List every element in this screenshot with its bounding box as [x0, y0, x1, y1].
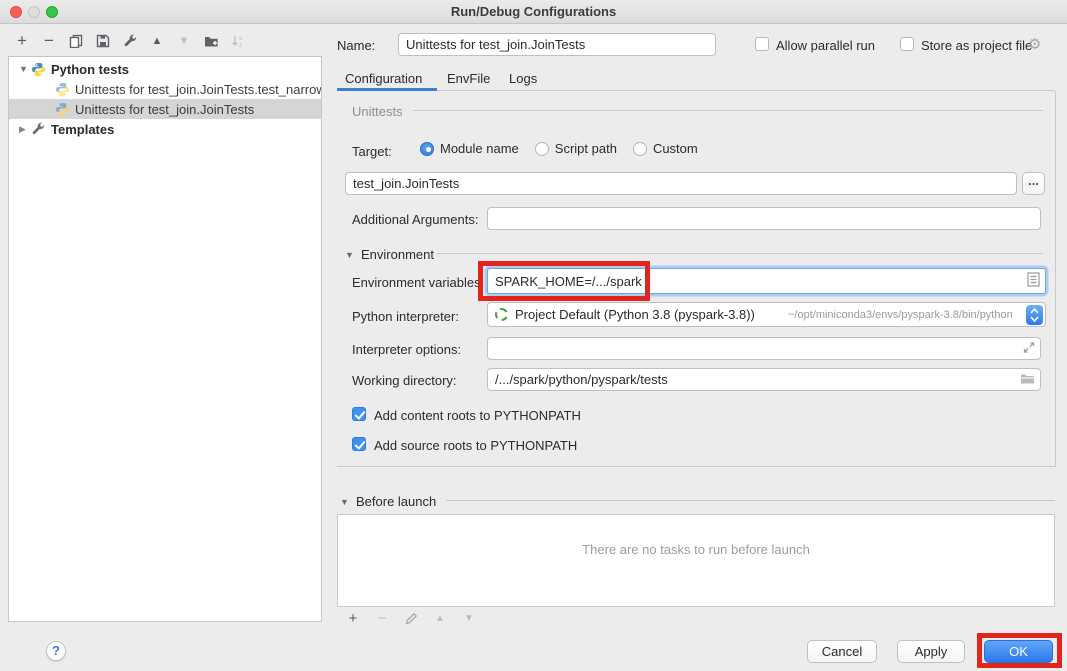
before-launch-section-line [446, 500, 1055, 501]
before-launch-task-list[interactable] [337, 514, 1055, 607]
configurations-tree: ▼ Python tests Unittests for test_join.J… [8, 56, 322, 622]
interpreter-options-label: Interpreter options: [352, 342, 461, 357]
add-task-button[interactable]: + [345, 610, 361, 626]
templates-wrench-icon [31, 122, 46, 137]
apply-button[interactable]: Apply [897, 640, 965, 663]
move-down-icon: ▼ [176, 33, 192, 49]
remove-configuration-button[interactable]: − [41, 33, 57, 49]
tree-item-unittest-narrow[interactable]: Unittests for test_join.JoinTests.test_n… [9, 79, 321, 99]
task-move-up-icon: ▲ [432, 610, 448, 626]
tree-item-unittest-jointests-selected[interactable]: Unittests for test_join.JoinTests [9, 99, 321, 119]
add-source-roots-checkbox[interactable] [352, 437, 366, 451]
interpreter-dropdown-spinner[interactable] [1026, 305, 1043, 325]
store-as-project-file-checkbox[interactable] [900, 37, 914, 51]
run-debug-configurations-dialog: Run/Debug Configurations + − ▲ ▼ az ▼ Py [0, 0, 1067, 671]
tree-item-python-tests[interactable]: ▼ Python tests [9, 59, 321, 79]
interpreter-path: ~/opt/miniconda3/envs/pyspark-3.8/bin/py… [788, 309, 1013, 321]
expand-editor-icon[interactable] [1023, 341, 1035, 356]
save-configuration-icon[interactable] [95, 33, 111, 49]
tree-item-label: Unittests for test_join.JoinTests [75, 102, 254, 117]
name-label: Name: [337, 38, 375, 53]
python-test-icon [55, 82, 70, 97]
radio-icon [535, 142, 549, 156]
unittests-group-label: Unittests [352, 104, 403, 119]
environment-variables-label: Environment variables: [352, 275, 484, 290]
cancel-button[interactable]: Cancel [807, 640, 877, 663]
environment-section-line [437, 253, 1043, 254]
environment-expander-icon[interactable]: ▼ [345, 250, 354, 260]
radio-label: Script path [555, 141, 617, 156]
working-directory-label: Working directory: [352, 373, 457, 388]
tree-item-label: Unittests for test_join.JoinTests.test_n… [75, 82, 321, 97]
store-gear-icon[interactable]: ⚙ [1028, 37, 1041, 52]
working-directory-input[interactable] [495, 369, 1000, 390]
python-interpreter-select[interactable]: Project Default (Python 3.8 (pyspark-3.8… [487, 302, 1046, 327]
tree-item-label: Templates [51, 122, 114, 137]
working-directory-field[interactable] [487, 368, 1041, 391]
expander-icon[interactable]: ▼ [19, 64, 31, 74]
tree-item-label: Python tests [51, 62, 129, 77]
environment-variables-field[interactable] [487, 268, 1046, 294]
radio-label: Custom [653, 141, 698, 156]
window-title: Run/Debug Configurations [0, 0, 1067, 24]
move-up-icon[interactable]: ▲ [149, 33, 165, 49]
expander-icon[interactable]: ▶ [19, 124, 31, 135]
allow-parallel-run-label: Allow parallel run [776, 38, 875, 53]
radio-custom[interactable]: Custom [633, 141, 698, 156]
radio-selected-icon [420, 142, 434, 156]
edit-variables-list-icon[interactable] [1027, 272, 1040, 290]
tab-envfile[interactable]: EnvFile [447, 71, 490, 89]
allow-parallel-run-checkbox[interactable] [755, 37, 769, 51]
browse-folder-icon[interactable] [1020, 372, 1035, 387]
radio-script-path[interactable]: Script path [535, 141, 617, 156]
add-source-roots-label: Add source roots to PYTHONPATH [374, 438, 577, 453]
add-content-roots-checkbox[interactable] [352, 407, 366, 421]
tab-configuration[interactable]: Configuration [345, 71, 422, 89]
conda-environment-icon [495, 308, 508, 321]
edit-templates-wrench-icon[interactable] [122, 33, 138, 49]
browse-target-button[interactable]: ... [1022, 172, 1045, 195]
name-input[interactable] [398, 33, 716, 56]
tab-logs[interactable]: Logs [509, 71, 537, 89]
store-as-project-file-label: Store as project file [921, 38, 1032, 53]
configurations-toolbar: + − ▲ ▼ az [14, 32, 246, 50]
new-folder-icon[interactable] [203, 33, 219, 49]
interpreter-value: Project Default (Python 3.8 (pyspark-3.8… [515, 307, 755, 322]
before-launch-section-title: Before launch [356, 494, 436, 509]
interpreter-options-field[interactable] [487, 337, 1041, 360]
sort-configurations-icon: az [230, 33, 246, 49]
environment-variables-input[interactable] [495, 269, 1005, 293]
radio-label: Module name [440, 141, 519, 156]
python-interpreter-label: Python interpreter: [352, 309, 459, 324]
unittests-group-line [413, 110, 1043, 111]
svg-text:z: z [239, 43, 242, 48]
target-radio-group: Module name Script path Custom [420, 141, 698, 156]
radio-icon [633, 142, 647, 156]
target-label: Target: [352, 144, 392, 159]
environment-section-title: Environment [361, 247, 434, 262]
interpreter-options-input[interactable] [495, 338, 1010, 359]
copy-configuration-icon[interactable] [68, 33, 84, 49]
additional-arguments-input[interactable] [487, 207, 1041, 230]
additional-arguments-label: Additional Arguments: [352, 212, 478, 227]
remove-task-button: − [374, 610, 390, 626]
radio-module-name[interactable]: Module name [420, 141, 519, 156]
edit-task-pencil-icon [403, 610, 419, 626]
python-tests-icon [31, 62, 46, 77]
before-launch-toolbar: + − ▲ ▼ [345, 610, 477, 626]
svg-text:a: a [239, 36, 243, 42]
before-launch-empty-text: There are no tasks to run before launch [337, 542, 1055, 557]
add-configuration-button[interactable]: + [14, 33, 30, 49]
before-launch-expander-icon[interactable]: ▼ [340, 497, 349, 507]
tree-item-templates[interactable]: ▶ Templates [9, 119, 321, 139]
title-bar: Run/Debug Configurations [0, 0, 1067, 24]
python-test-icon [55, 102, 70, 117]
add-content-roots-label: Add content roots to PYTHONPATH [374, 408, 581, 423]
target-module-input[interactable] [345, 172, 1017, 195]
task-move-down-icon: ▼ [461, 610, 477, 626]
ok-button[interactable]: OK [984, 640, 1053, 663]
help-button[interactable]: ? [46, 641, 66, 661]
